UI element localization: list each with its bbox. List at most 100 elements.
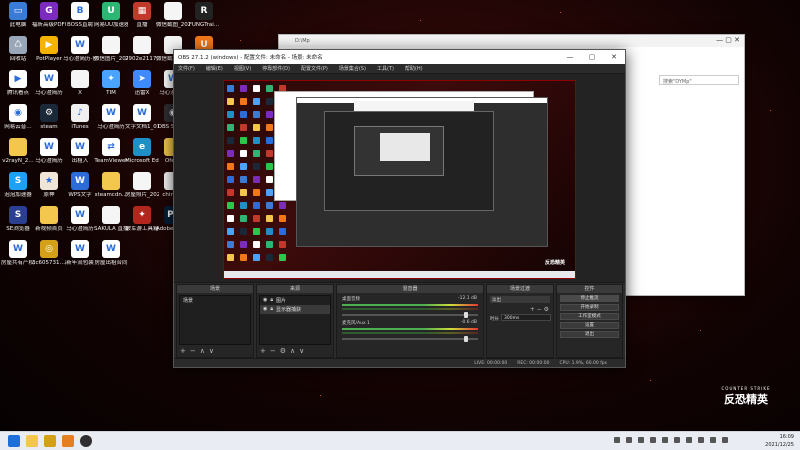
desktop-shortcut[interactable]: R FUNGTrai… (187, 2, 221, 28)
desktop-shortcut[interactable]: ▭ 此电脑 (1, 2, 35, 28)
sources-toolbar[interactable]: +−⚙∧∨ (260, 347, 308, 355)
desktop-shortcut[interactable]: 新视频首页 (32, 206, 66, 232)
desktop-shortcut[interactable]: ◉ 网易云音… (1, 104, 35, 130)
desktop-shortcut[interactable]: ★ 原神 (32, 172, 66, 198)
desktop-shortcut[interactable]: ◎ 3c605731…副本 (32, 240, 66, 266)
tray-icon[interactable] (626, 437, 632, 443)
preview-desktop-icon (240, 85, 247, 92)
desktop-shortcut[interactable]: v2rayN_2… (1, 138, 35, 164)
desktop-shortcut[interactable]: ➤ 迅雷X (125, 70, 159, 96)
desktop-shortcut[interactable]: 2902e2117…副本 (125, 36, 159, 62)
menu-view[interactable]: 视图(V) (234, 65, 251, 72)
desktop-shortcut[interactable]: W 房屋共有产权人同意… (1, 240, 35, 266)
desktop-shortcut[interactable]: ✦ TIM (94, 70, 128, 96)
slider-knob[interactable] (464, 312, 468, 318)
desktop-shortcut[interactable]: steamcdn… (94, 172, 128, 198)
maximize-icon[interactable]: ▢ (581, 53, 603, 61)
obs-taskbar-icon[interactable] (80, 435, 92, 447)
desktop-shortcut[interactable]: SAKULA 直播组 (94, 206, 128, 232)
transition-toolbar[interactable]: + − ⚙ (530, 306, 549, 313)
desktop-shortcut[interactable]: W 马心澄简历 (32, 138, 66, 164)
tray-icon[interactable] (662, 437, 668, 443)
menu-scene-collection[interactable]: 场景集合(S) (339, 65, 366, 72)
lock-icon[interactable]: 🔒︎ (270, 297, 273, 304)
desktop-shortcut[interactable]: B BOSS直聘 (63, 2, 97, 28)
stop-streaming-button[interactable]: 停止推流 (560, 295, 619, 302)
explorer-window-controls[interactable]: — ▢ ✕ (716, 36, 740, 44)
scenes-toolbar[interactable]: +−∧∨ (180, 347, 218, 355)
desktop-shortcut[interactable]: ⚙ steam (32, 104, 66, 130)
desktop-shortcut[interactable]: W 马心澄简历 (32, 70, 66, 96)
tray-icon[interactable] (638, 437, 644, 443)
close-icon[interactable]: ✕ (603, 53, 625, 61)
language-icon[interactable] (722, 437, 728, 443)
clock[interactable]: 16:09 2021/12/25 (765, 433, 794, 449)
desktop-shortcut[interactable]: W 马心澄简历-创意设计… (63, 36, 97, 62)
desktop-shortcut[interactable]: ⇄ TeamViewer (94, 138, 128, 164)
desktop-shortcut[interactable]: ▶ PotPlayer (32, 36, 66, 62)
network-icon[interactable] (686, 437, 692, 443)
minimize-icon[interactable]: — (559, 53, 581, 61)
volume-icon[interactable] (698, 437, 704, 443)
menu-edit[interactable]: 编辑(E) (206, 65, 223, 72)
desktop-shortcut[interactable]: ♺ 回收站 (1, 36, 35, 62)
desktop-shortcut[interactable]: ▦ 直播 (125, 2, 159, 28)
desktop-shortcut[interactable]: 微信图片_2021110… (94, 36, 128, 62)
tray-icon[interactable] (650, 437, 656, 443)
menu-tools[interactable]: 工具(T) (377, 65, 394, 72)
desktop-shortcut[interactable]: W WPS文字 (63, 172, 97, 198)
desktop-shortcut[interactable]: ♪ iTunes (63, 104, 97, 130)
preview-canvas[interactable]: 反恐精英 (223, 80, 576, 279)
volume-slider[interactable] (342, 312, 478, 318)
desktop-shortcut[interactable]: ▶ 腾讯看点 (1, 70, 35, 96)
app-icon[interactable] (62, 435, 74, 447)
desktop-shortcut[interactable]: W 文字文档1_01 (125, 104, 159, 130)
desktop-shortcut[interactable]: 房屋照片_2021102… (125, 172, 159, 198)
exit-button[interactable]: 退出 (560, 331, 619, 338)
eye-icon[interactable]: ◉ (263, 297, 267, 304)
desktop-shortcut[interactable]: ✦ 破军游工具箱 (125, 206, 159, 232)
desktop-shortcut[interactable]: e Microsoft Edge (125, 138, 159, 164)
volume-slider[interactable] (342, 336, 478, 342)
settings-button[interactable]: 设置 (560, 322, 619, 329)
scenes-list[interactable]: 场景 (179, 295, 251, 345)
obs-window[interactable]: OBS 27.1.2 (windows) - 配置文件: 未命名 - 场景: 未… (173, 49, 626, 368)
desktop-shortcut[interactable]: G 福昕高级PDF编辑器 (32, 2, 66, 28)
desktop-shortcut[interactable]: W 房屋出租合同 (94, 240, 128, 266)
desktop-shortcut-label: TeamViewer (94, 158, 128, 164)
file-explorer-icon[interactable] (26, 435, 38, 447)
menu-help[interactable]: 帮助(H) (405, 65, 423, 72)
desktop-shortcut[interactable]: S 泡泡加速器 (1, 172, 35, 198)
slider-knob[interactable] (464, 336, 468, 342)
source-item-display-capture[interactable]: ◉ 🔒︎ 显示器捕获 (260, 305, 330, 314)
sources-list[interactable]: ◉ 🔒︎ 图片 ◉ 🔒︎ 显示器捕获 (259, 295, 331, 345)
desktop-shortcut-label: 泡泡加速器 (4, 192, 32, 198)
tray-icon[interactable] (674, 437, 680, 443)
desktop-shortcut[interactable]: W 新年流包装 (63, 240, 97, 266)
desktop-shortcut[interactable]: W 出租入 (63, 138, 97, 164)
menu-file[interactable]: 文件(F) (178, 65, 195, 72)
desktop-shortcut[interactable]: W 马心澄简历 (94, 104, 128, 130)
desktop-shortcut[interactable]: W 马心澄简历 (63, 206, 97, 232)
start-recording-button[interactable]: 开始录制 (560, 304, 619, 311)
source-item-image[interactable]: ◉ 🔒︎ 图片 (260, 296, 330, 305)
menu-docks[interactable]: 停靠部件(D) (262, 65, 290, 72)
obs-titlebar[interactable]: OBS 27.1.2 (windows) - 配置文件: 未命名 - 场景: 未… (174, 50, 625, 64)
menu-profile[interactable]: 配置文件(P) (301, 65, 328, 72)
desktop-shortcut[interactable]: U 网易UU加速器 (94, 2, 128, 28)
explorer-search-input[interactable]: 搜索"DYMp" (659, 75, 739, 85)
studio-mode-button[interactable]: 工作室模式 (560, 313, 619, 320)
start-icon[interactable] (8, 435, 20, 447)
source-label: 显示器捕获 (276, 307, 302, 313)
desktop-shortcut[interactable]: X (63, 70, 97, 96)
transition-select[interactable]: 淡出 (490, 296, 550, 303)
eye-icon[interactable]: ◉ (263, 306, 267, 313)
lock-icon[interactable]: 🔒︎ (270, 306, 273, 313)
app-icon[interactable] (44, 435, 56, 447)
desktop-shortcut[interactable]: 微信截图_2021120… (156, 2, 190, 28)
desktop-shortcut[interactable]: S SE浏览器 (1, 206, 35, 232)
tray-icon[interactable] (614, 437, 620, 443)
scene-item[interactable]: 场景 (180, 296, 250, 305)
battery-icon[interactable] (710, 437, 716, 443)
duration-input[interactable]: 300ms (501, 314, 551, 321)
